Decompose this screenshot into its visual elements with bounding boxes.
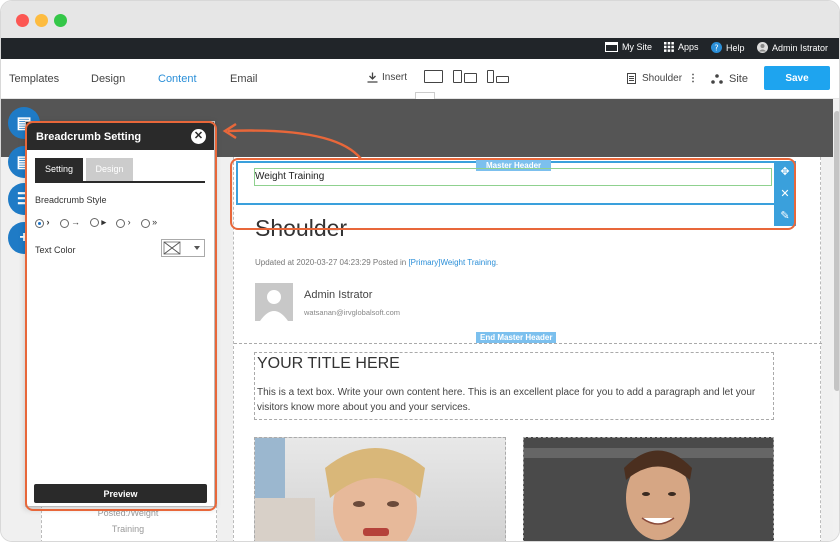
- kebab-menu-icon[interactable]: ⋮: [688, 73, 698, 84]
- end-master-header-tag: End Master Header: [476, 332, 557, 343]
- tab-content[interactable]: Content: [158, 73, 197, 85]
- user-placeholder-icon: [260, 290, 288, 321]
- text-box-body: This is a text box. Write your own conte…: [257, 387, 756, 413]
- user-menu[interactable]: Admin Istrator: [757, 42, 828, 53]
- browser-icon: [605, 42, 618, 52]
- insert-button[interactable]: Insert: [367, 72, 407, 83]
- apps-grid-icon: [664, 42, 674, 52]
- author-email: watsanan@irvglobalsoft.com: [304, 308, 400, 317]
- save-button[interactable]: Save: [764, 66, 830, 90]
- apps-link[interactable]: Apps: [664, 42, 699, 52]
- tab-email[interactable]: Email: [230, 73, 258, 85]
- help-label: Help: [726, 42, 745, 53]
- my-site-link[interactable]: My Site: [605, 42, 652, 52]
- breadcrumb-highlight-outline: [230, 158, 796, 230]
- window-titlebar: [1, 1, 839, 38]
- author-avatar: [255, 283, 293, 321]
- scrollbar-thumb[interactable]: [834, 111, 839, 391]
- minimize-window-button[interactable]: [35, 14, 48, 27]
- svg-text:?: ?: [714, 44, 718, 53]
- site-label: Site: [729, 73, 748, 85]
- sitemap-icon: [711, 74, 723, 84]
- download-icon: [367, 72, 378, 83]
- text-box-title: YOUR TITLE HERE: [257, 355, 400, 372]
- post-meta: Updated at 2020-03-27 04:23:29 Posted in…: [255, 258, 498, 267]
- post-meta-prefix: Updated at 2020-03-27 04:23:29 Posted in: [255, 258, 409, 267]
- panel-highlight-outline: [25, 121, 217, 511]
- insert-label: Insert: [382, 72, 408, 83]
- woman-photo: [255, 438, 425, 541]
- user-avatar-icon: [757, 42, 768, 53]
- tab-design[interactable]: Design: [91, 73, 125, 85]
- mobile-view-icon[interactable]: [487, 70, 509, 83]
- my-site-label: My Site: [622, 42, 653, 52]
- image-man-smiling[interactable]: [523, 437, 774, 541]
- text-box[interactable]: YOUR TITLE HERE This is a text box. Writ…: [254, 352, 774, 420]
- collapse-toolbar-toggle[interactable]: [415, 92, 435, 99]
- category-link[interactable]: [Primary]Weight Training: [408, 258, 495, 267]
- page-icon: [627, 73, 636, 84]
- help-link[interactable]: ? Help: [711, 42, 745, 53]
- help-icon: ?: [711, 42, 722, 53]
- maximize-window-button[interactable]: [54, 14, 67, 27]
- browser-window: My Site Apps ? Help Admin Istrator Templ…: [0, 0, 840, 542]
- device-switcher: [424, 70, 509, 83]
- pointer-arrow-icon: [222, 122, 362, 160]
- page-selector-label: Shoulder: [642, 73, 683, 84]
- close-window-button[interactable]: [16, 14, 29, 27]
- user-name-label: Admin Istrator: [772, 42, 829, 53]
- end-master-header-divider: [234, 343, 822, 344]
- apps-label: Apps: [678, 42, 699, 52]
- site-selector[interactable]: Site: [711, 73, 748, 85]
- man-photo: [524, 438, 773, 541]
- post-meta-suffix: .: [495, 258, 499, 267]
- author-name: Admin Istrator: [304, 289, 373, 301]
- desktop-view-icon[interactable]: [424, 70, 443, 83]
- image-woman-workout[interactable]: [254, 437, 506, 541]
- page-selector[interactable]: Shoulder ⋮: [627, 73, 698, 84]
- tab-templates[interactable]: Templates: [9, 73, 59, 85]
- left-column-text-line2: Training: [111, 524, 145, 534]
- admin-topbar: My Site Apps ? Help Admin Istrator: [1, 38, 839, 59]
- tablet-view-icon[interactable]: [453, 70, 477, 83]
